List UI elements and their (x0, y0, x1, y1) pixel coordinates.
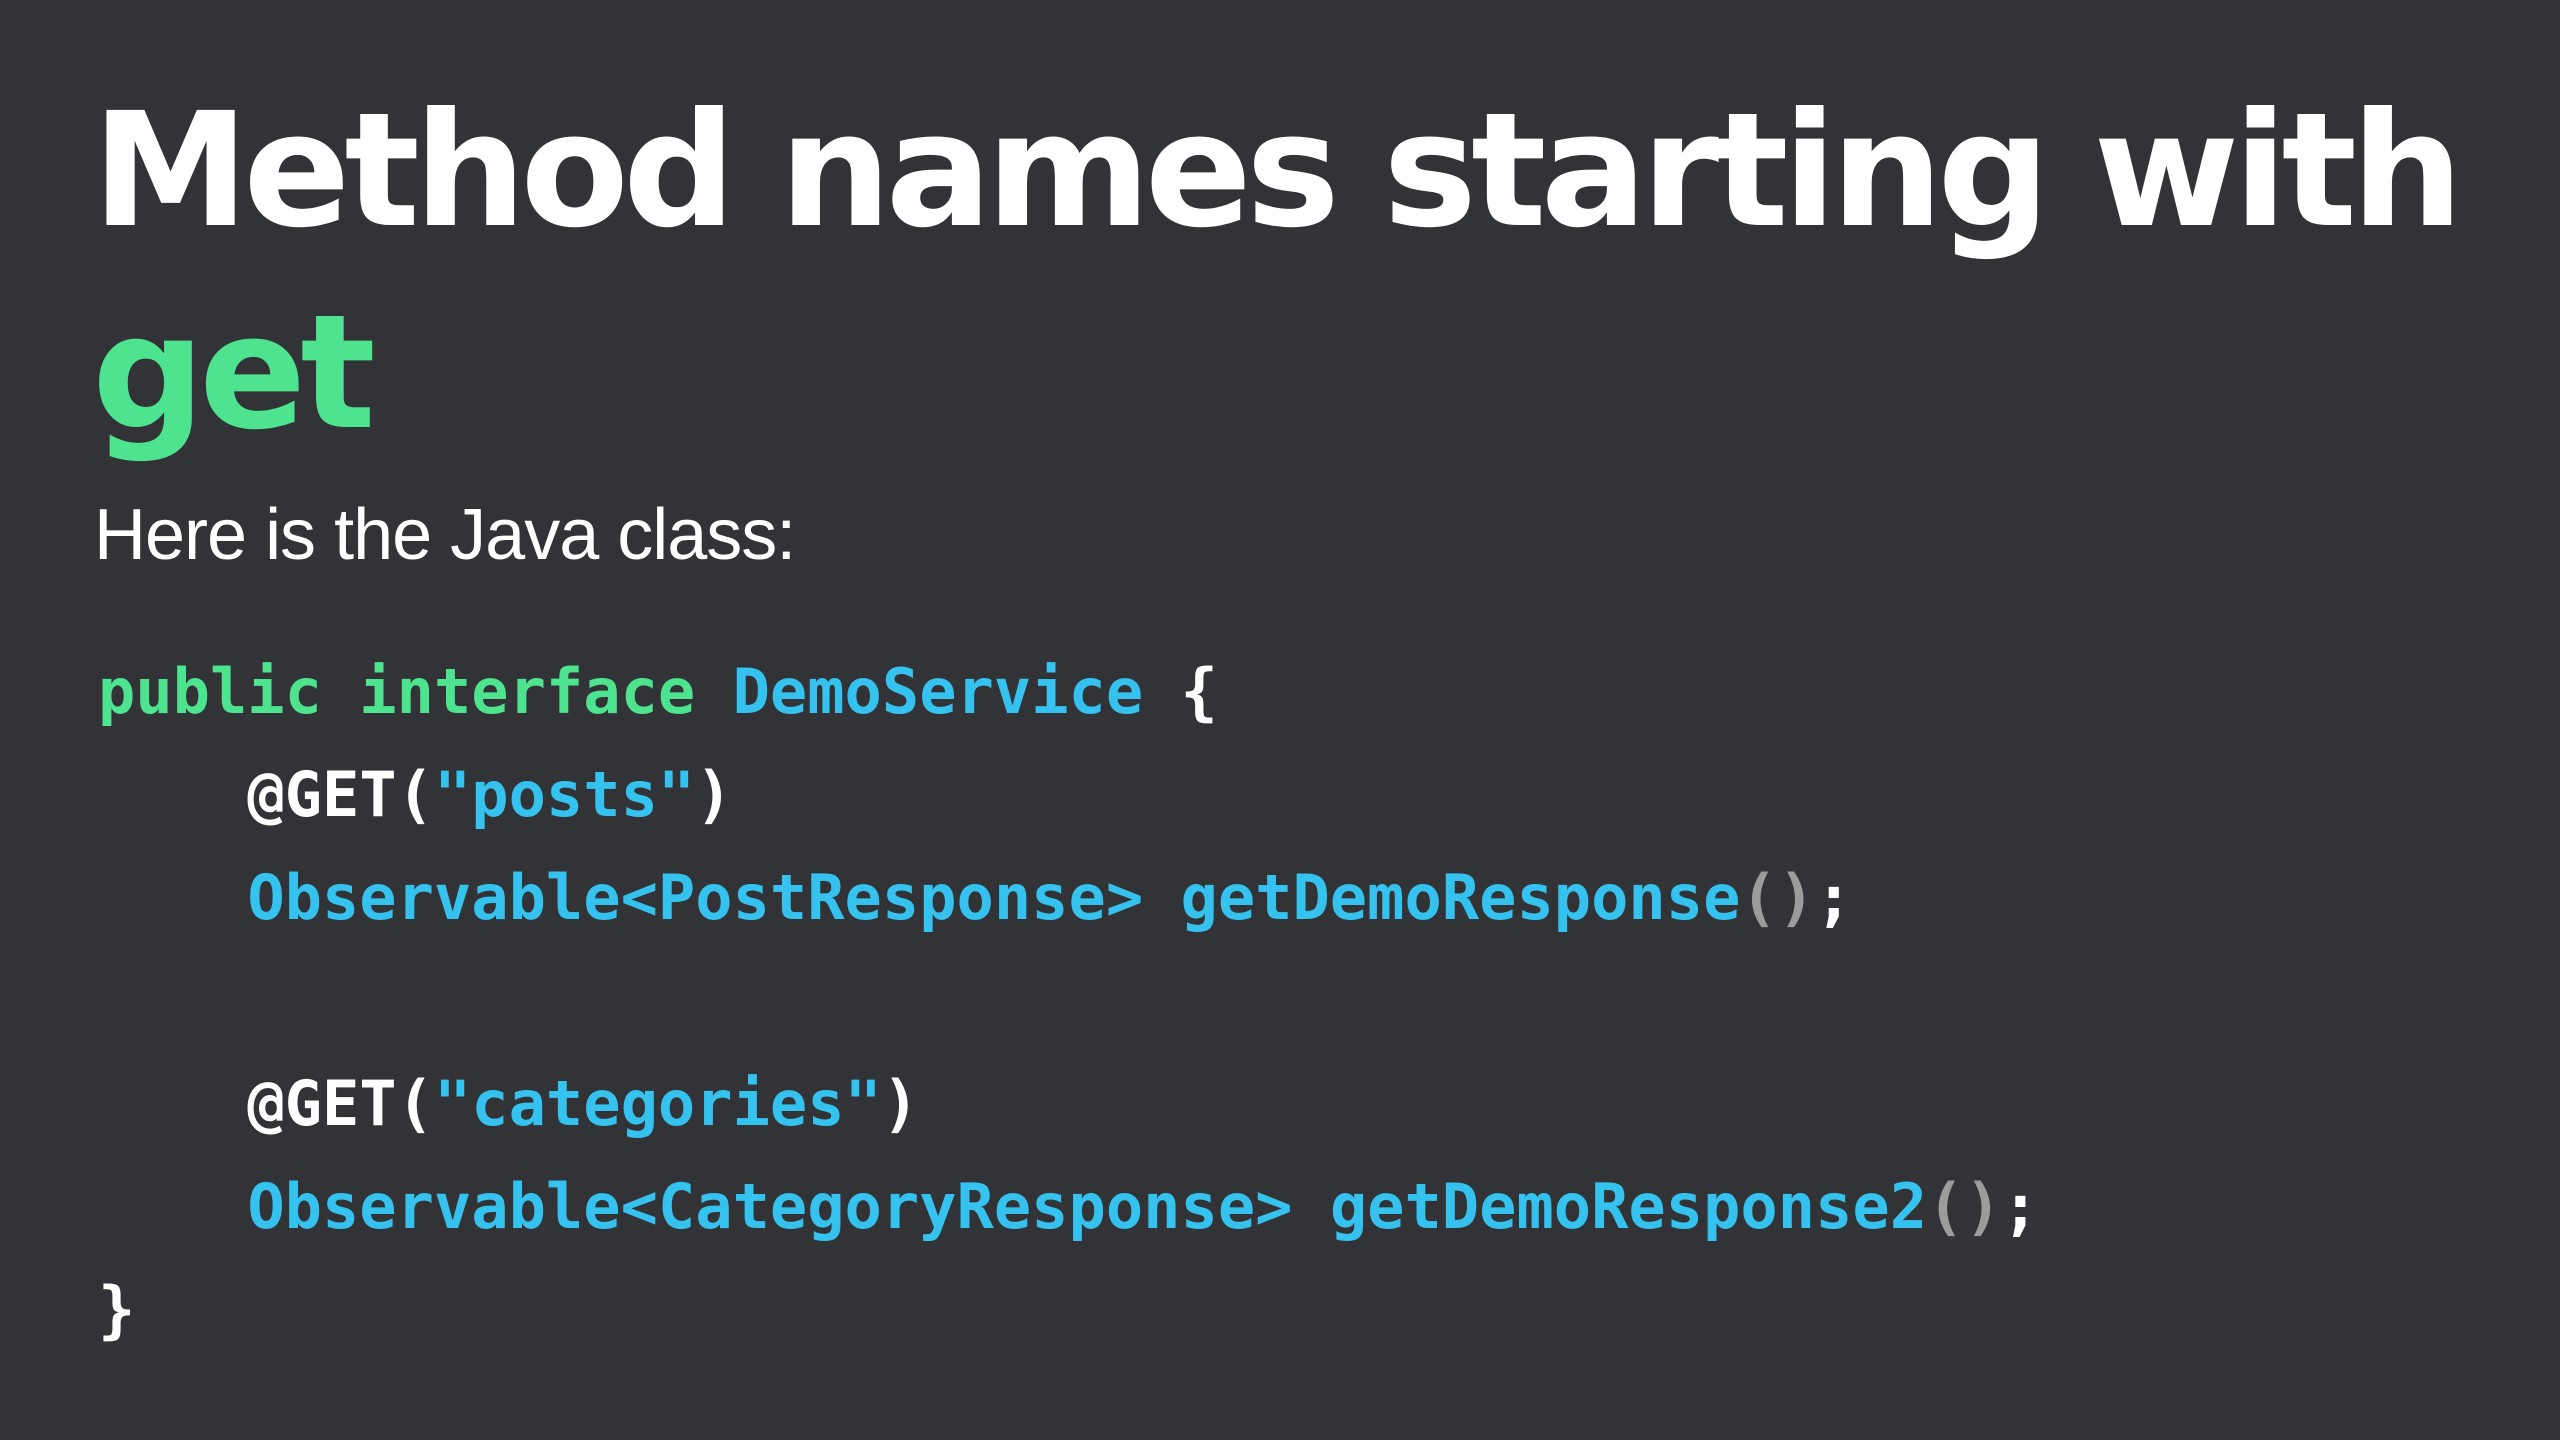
code-paren-open: ( (1740, 861, 1778, 934)
code-return-type: Observable<PostResponse> (247, 861, 1144, 934)
code-line-7: } (98, 1258, 2039, 1361)
code-annotation-get: @GET (247, 1067, 397, 1140)
code-keyword-interface: interface (359, 655, 696, 728)
code-method-name: getDemoResponse (1180, 861, 1741, 934)
code-open-brace: { (1180, 655, 1218, 728)
code-semicolon: ; (2001, 1170, 2040, 1243)
code-paren-close: ) (1964, 1170, 2002, 1243)
code-method-name: getDemoResponse2 (1329, 1170, 1928, 1243)
code-close-brace: } (98, 1273, 136, 1346)
code-annotation-get: @GET (247, 758, 397, 831)
code-paren-open: ( (1927, 1170, 1965, 1243)
code-line-3: Observable<PostResponse> getDemoResponse… (98, 846, 2039, 949)
code-return-type: Observable<CategoryResponse> (247, 1170, 1293, 1243)
code-semicolon: ; (1815, 861, 1853, 934)
code-line-2: @GET("posts") (98, 743, 2039, 846)
code-block: public interface DemoService { @GET("pos… (98, 640, 2039, 1361)
code-paren-close: ) (881, 1067, 920, 1140)
code-keyword-public: public (98, 655, 322, 728)
code-paren-open: ( (396, 758, 434, 831)
code-paren-close: ) (1777, 861, 1816, 934)
code-line-5: @GET("categories") (98, 1052, 2039, 1155)
code-line-6: Observable<CategoryResponse> getDemoResp… (98, 1155, 2039, 1258)
code-interface-name: DemoService (732, 655, 1144, 728)
code-string-posts: "posts" (433, 758, 696, 831)
slide-title: Method names starting with get (92, 70, 2492, 474)
title-line-1: Method names starting with (92, 79, 2464, 263)
code-paren-open: ( (396, 1067, 434, 1140)
code-line-1: public interface DemoService { (98, 640, 2039, 743)
code-paren-close: ) (695, 758, 733, 831)
slide-subtitle: Here is the Java class: (94, 495, 796, 575)
slide: Method names starting with get Here is t… (0, 0, 2560, 1440)
code-string-categories: "categories" (433, 1067, 882, 1140)
title-highlight-get: get (92, 281, 376, 465)
